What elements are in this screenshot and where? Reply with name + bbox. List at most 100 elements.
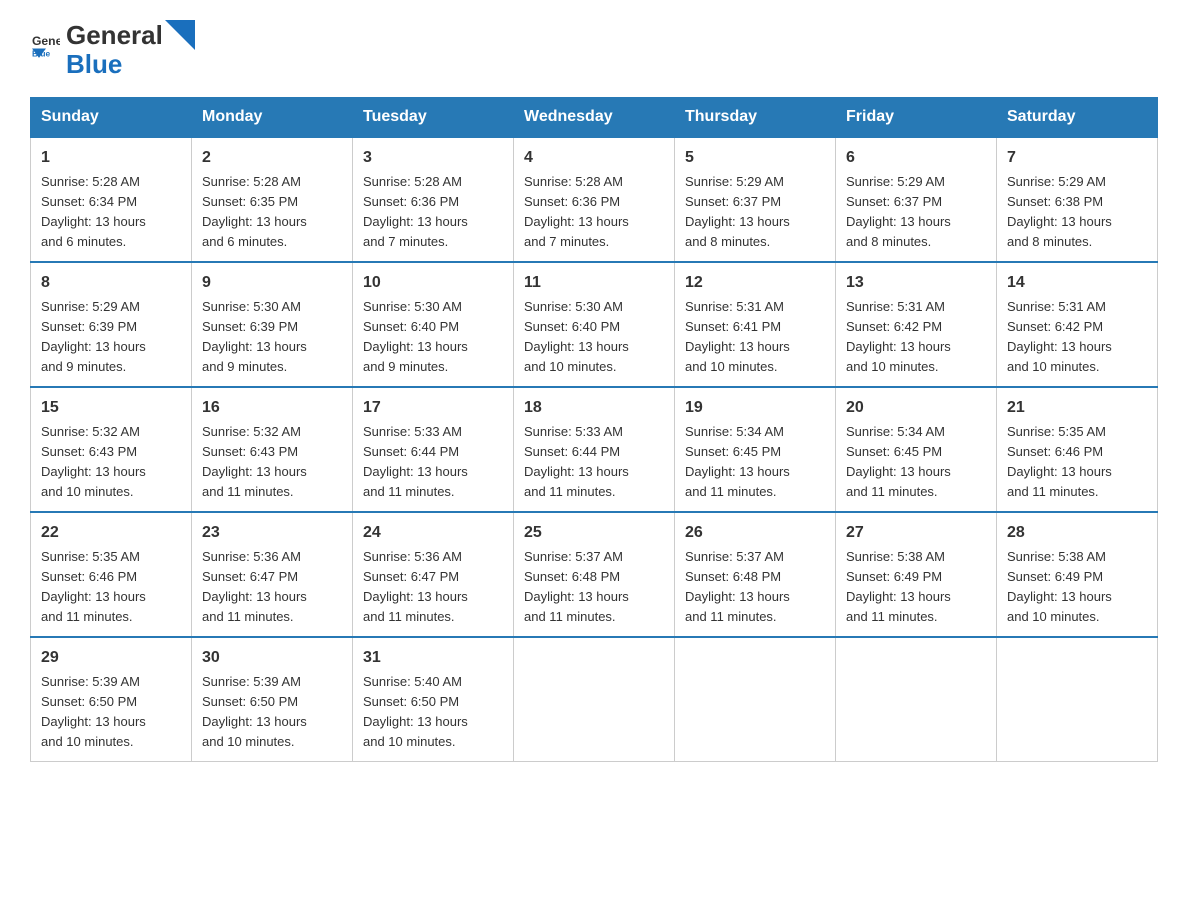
header-friday: Friday bbox=[836, 97, 997, 137]
calendar-week-row: 29 Sunrise: 5:39 AMSunset: 6:50 PMDayligh… bbox=[31, 637, 1158, 762]
calendar-cell: 13 Sunrise: 5:31 AMSunset: 6:42 PMDayligh… bbox=[836, 262, 997, 387]
day-number: 1 bbox=[41, 146, 181, 170]
logo: General Blue General Blue bbox=[30, 20, 197, 79]
calendar-table: SundayMondayTuesdayWednesdayThursdayFrid… bbox=[30, 97, 1158, 762]
calendar-cell: 3 Sunrise: 5:28 AMSunset: 6:36 PMDaylight… bbox=[353, 137, 514, 262]
calendar-cell: 4 Sunrise: 5:28 AMSunset: 6:36 PMDaylight… bbox=[514, 137, 675, 262]
svg-text:Blue: Blue bbox=[32, 48, 50, 58]
day-info: Sunrise: 5:29 AMSunset: 6:39 PMDaylight:… bbox=[41, 299, 146, 375]
day-info: Sunrise: 5:29 AMSunset: 6:38 PMDaylight:… bbox=[1007, 174, 1112, 250]
day-number: 2 bbox=[202, 146, 342, 170]
day-number: 14 bbox=[1007, 271, 1147, 295]
header-sunday: Sunday bbox=[31, 97, 192, 137]
day-number: 3 bbox=[363, 146, 503, 170]
calendar-cell: 10 Sunrise: 5:30 AMSunset: 6:40 PMDayligh… bbox=[353, 262, 514, 387]
logo-wordmark: General Blue bbox=[66, 20, 197, 79]
day-info: Sunrise: 5:35 AMSunset: 6:46 PMDaylight:… bbox=[1007, 424, 1112, 500]
calendar-cell: 30 Sunrise: 5:39 AMSunset: 6:50 PMDayligh… bbox=[192, 637, 353, 762]
day-number: 7 bbox=[1007, 146, 1147, 170]
header-tuesday: Tuesday bbox=[353, 97, 514, 137]
day-info: Sunrise: 5:30 AMSunset: 6:40 PMDaylight:… bbox=[363, 299, 468, 375]
calendar-header-row: SundayMondayTuesdayWednesdayThursdayFrid… bbox=[31, 97, 1158, 137]
calendar-cell bbox=[514, 637, 675, 762]
day-info: Sunrise: 5:28 AMSunset: 6:35 PMDaylight:… bbox=[202, 174, 307, 250]
calendar-cell: 14 Sunrise: 5:31 AMSunset: 6:42 PMDayligh… bbox=[997, 262, 1158, 387]
calendar-cell: 26Sunrise: 5:37 AMSunset: 6:48 PMDayligh… bbox=[675, 512, 836, 637]
calendar-week-row: 22 Sunrise: 5:35 AMSunset: 6:46 PMDayligh… bbox=[31, 512, 1158, 637]
day-number: 17 bbox=[363, 396, 503, 420]
day-info: Sunrise: 5:29 AMSunset: 6:37 PMDaylight:… bbox=[846, 174, 951, 250]
day-info: Sunrise: 5:30 AMSunset: 6:40 PMDaylight:… bbox=[524, 299, 629, 375]
day-info: Sunrise: 5:28 AMSunset: 6:36 PMDaylight:… bbox=[524, 174, 629, 250]
calendar-cell bbox=[836, 637, 997, 762]
calendar-week-row: 8Sunrise: 5:29 AMSunset: 6:39 PMDaylight… bbox=[31, 262, 1158, 387]
day-number: 5 bbox=[685, 146, 825, 170]
day-number: 27 bbox=[846, 521, 986, 545]
calendar-cell: 27 Sunrise: 5:38 AMSunset: 6:49 PMDayligh… bbox=[836, 512, 997, 637]
day-number: 6 bbox=[846, 146, 986, 170]
calendar-cell: 24Sunrise: 5:36 AMSunset: 6:47 PMDayligh… bbox=[353, 512, 514, 637]
day-info: Sunrise: 5:40 AMSunset: 6:50 PMDaylight:… bbox=[363, 674, 468, 750]
day-number: 23 bbox=[202, 521, 342, 545]
calendar-cell: 21 Sunrise: 5:35 AMSunset: 6:46 PMDayligh… bbox=[997, 387, 1158, 512]
day-number: 21 bbox=[1007, 396, 1147, 420]
calendar-cell: 5 Sunrise: 5:29 AMSunset: 6:37 PMDaylight… bbox=[675, 137, 836, 262]
day-info: Sunrise: 5:33 AMSunset: 6:44 PMDaylight:… bbox=[524, 424, 629, 500]
calendar-cell: 11Sunrise: 5:30 AMSunset: 6:40 PMDayligh… bbox=[514, 262, 675, 387]
day-info: Sunrise: 5:30 AMSunset: 6:39 PMDaylight:… bbox=[202, 299, 307, 375]
calendar-cell: 6 Sunrise: 5:29 AMSunset: 6:37 PMDaylight… bbox=[836, 137, 997, 262]
day-info: Sunrise: 5:38 AMSunset: 6:49 PMDaylight:… bbox=[1007, 549, 1112, 625]
calendar-cell: 9Sunrise: 5:30 AMSunset: 6:39 PMDaylight… bbox=[192, 262, 353, 387]
calendar-cell: 18 Sunrise: 5:33 AMSunset: 6:44 PMDayligh… bbox=[514, 387, 675, 512]
day-info: Sunrise: 5:35 AMSunset: 6:46 PMDaylight:… bbox=[41, 549, 146, 625]
day-info: Sunrise: 5:28 AMSunset: 6:36 PMDaylight:… bbox=[363, 174, 468, 250]
logo-triangle-icon bbox=[165, 20, 195, 50]
svg-text:General: General bbox=[32, 34, 60, 48]
day-info: Sunrise: 5:34 AMSunset: 6:45 PMDaylight:… bbox=[685, 424, 790, 500]
header: General Blue General Blue bbox=[30, 20, 1158, 79]
day-number: 30 bbox=[202, 646, 342, 670]
header-saturday: Saturday bbox=[997, 97, 1158, 137]
calendar-cell: 15Sunrise: 5:32 AMSunset: 6:43 PMDayligh… bbox=[31, 387, 192, 512]
calendar-cell: 29 Sunrise: 5:39 AMSunset: 6:50 PMDayligh… bbox=[31, 637, 192, 762]
day-number: 13 bbox=[846, 271, 986, 295]
logo-text: General Blue bbox=[30, 35, 66, 64]
day-number: 22 bbox=[41, 521, 181, 545]
day-number: 10 bbox=[363, 271, 503, 295]
calendar-week-row: 15Sunrise: 5:32 AMSunset: 6:43 PMDayligh… bbox=[31, 387, 1158, 512]
day-info: Sunrise: 5:37 AMSunset: 6:48 PMDaylight:… bbox=[524, 549, 629, 625]
calendar-cell: 2 Sunrise: 5:28 AMSunset: 6:35 PMDaylight… bbox=[192, 137, 353, 262]
day-info: Sunrise: 5:39 AMSunset: 6:50 PMDaylight:… bbox=[41, 674, 146, 750]
calendar-cell bbox=[675, 637, 836, 762]
day-info: Sunrise: 5:31 AMSunset: 6:42 PMDaylight:… bbox=[846, 299, 951, 375]
day-number: 16 bbox=[202, 396, 342, 420]
day-number: 31 bbox=[363, 646, 503, 670]
day-number: 29 bbox=[41, 646, 181, 670]
day-info: Sunrise: 5:31 AMSunset: 6:42 PMDaylight:… bbox=[1007, 299, 1112, 375]
header-monday: Monday bbox=[192, 97, 353, 137]
calendar-cell: 22 Sunrise: 5:35 AMSunset: 6:46 PMDayligh… bbox=[31, 512, 192, 637]
day-number: 20 bbox=[846, 396, 986, 420]
calendar-cell: 28 Sunrise: 5:38 AMSunset: 6:49 PMDayligh… bbox=[997, 512, 1158, 637]
day-number: 4 bbox=[524, 146, 664, 170]
day-info: Sunrise: 5:38 AMSunset: 6:49 PMDaylight:… bbox=[846, 549, 951, 625]
header-wednesday: Wednesday bbox=[514, 97, 675, 137]
calendar-cell: 16Sunrise: 5:32 AMSunset: 6:43 PMDayligh… bbox=[192, 387, 353, 512]
day-info: Sunrise: 5:34 AMSunset: 6:45 PMDaylight:… bbox=[846, 424, 951, 500]
day-info: Sunrise: 5:29 AMSunset: 6:37 PMDaylight:… bbox=[685, 174, 790, 250]
day-info: Sunrise: 5:39 AMSunset: 6:50 PMDaylight:… bbox=[202, 674, 307, 750]
day-number: 18 bbox=[524, 396, 664, 420]
calendar-week-row: 1 Sunrise: 5:28 AMSunset: 6:34 PMDaylight… bbox=[31, 137, 1158, 262]
day-info: Sunrise: 5:33 AMSunset: 6:44 PMDaylight:… bbox=[363, 424, 468, 500]
calendar-cell: 1 Sunrise: 5:28 AMSunset: 6:34 PMDaylight… bbox=[31, 137, 192, 262]
calendar-cell: 20 Sunrise: 5:34 AMSunset: 6:45 PMDayligh… bbox=[836, 387, 997, 512]
day-number: 26 bbox=[685, 521, 825, 545]
calendar-cell: 8Sunrise: 5:29 AMSunset: 6:39 PMDaylight… bbox=[31, 262, 192, 387]
calendar-cell: 7 Sunrise: 5:29 AMSunset: 6:38 PMDaylight… bbox=[997, 137, 1158, 262]
header-thursday: Thursday bbox=[675, 97, 836, 137]
day-info: Sunrise: 5:36 AMSunset: 6:47 PMDaylight:… bbox=[202, 549, 307, 625]
calendar-cell: 19Sunrise: 5:34 AMSunset: 6:45 PMDayligh… bbox=[675, 387, 836, 512]
day-number: 28 bbox=[1007, 521, 1147, 545]
day-info: Sunrise: 5:28 AMSunset: 6:34 PMDaylight:… bbox=[41, 174, 146, 250]
day-info: Sunrise: 5:32 AMSunset: 6:43 PMDaylight:… bbox=[41, 424, 146, 500]
